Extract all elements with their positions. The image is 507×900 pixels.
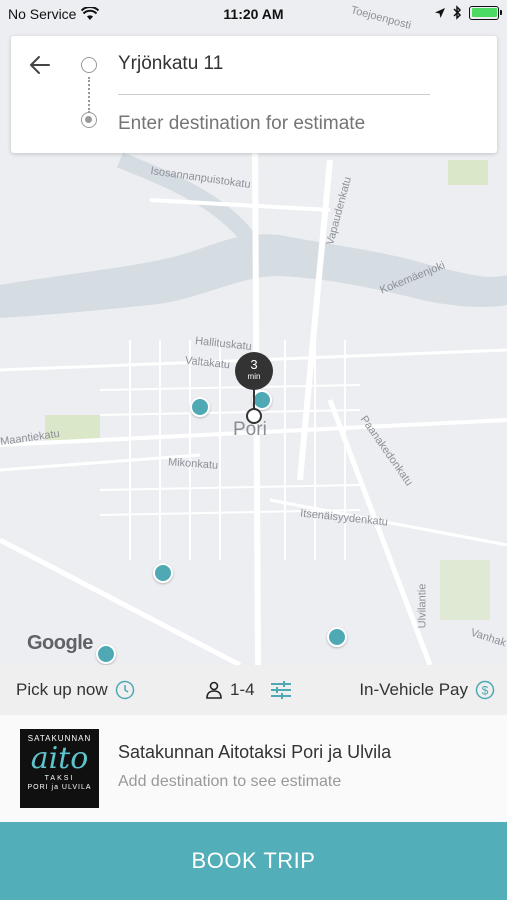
status-bar: No Service 11:20 AM	[0, 0, 507, 28]
battery-icon	[469, 5, 502, 20]
payment-option[interactable]: In-Vehicle Pay $	[359, 665, 495, 715]
route-connector	[88, 77, 90, 113]
eta-pin[interactable]: 3 min	[235, 352, 273, 390]
payment-label: In-Vehicle Pay	[359, 680, 468, 699]
pickup-pin-stem	[253, 388, 255, 410]
passengers-option[interactable]: 1-4	[205, 665, 292, 715]
pickup-time-option[interactable]: Pick up now	[16, 665, 135, 715]
taxi-company-row[interactable]: SATAKUNNAN aito TAKSI PORI ja ULVILA Sat…	[0, 715, 507, 822]
google-logo: Google	[27, 632, 93, 654]
taxi-marker[interactable]	[252, 390, 272, 410]
eta-value: 3	[250, 357, 258, 372]
taxi-marker[interactable]	[153, 563, 173, 583]
dollar-icon: $	[475, 680, 495, 700]
arrow-left-icon[interactable]	[27, 52, 53, 78]
person-icon	[206, 681, 222, 699]
svg-text:$: $	[482, 684, 489, 698]
book-trip-button[interactable]: BOOK TRIP	[0, 822, 507, 900]
pickup-location-icon	[246, 408, 262, 424]
company-logo: SATAKUNNAN aito TAKSI PORI ja ULVILA	[20, 729, 99, 808]
options-bar: Pick up now 1-4 In-Vehicle Pay $	[0, 665, 507, 715]
clock-icon	[115, 680, 134, 700]
origin-circle-icon	[81, 57, 97, 73]
eta-unit: min	[247, 372, 261, 381]
fare-estimate-text: Add destination to see estimate	[118, 773, 342, 790]
destination-circle-icon	[81, 112, 97, 128]
taxi-marker[interactable]	[96, 644, 116, 664]
street-label: Ulvilantie	[416, 583, 429, 629]
location-arrow-icon	[435, 7, 445, 18]
taxi-marker[interactable]	[327, 627, 347, 647]
destination-input[interactable]	[118, 113, 478, 135]
passengers-label: 1-4	[230, 680, 255, 699]
logo-sub-text: TAKSI	[44, 775, 75, 782]
bluetooth-icon	[453, 5, 462, 20]
company-name: Satakunnan Aitotaksi Pori ja Ulvila	[118, 742, 392, 762]
taxi-marker[interactable]	[190, 397, 210, 417]
sliders-icon[interactable]	[270, 680, 292, 700]
logo-main-text: aito	[30, 741, 89, 776]
pickup-label: Pick up now	[16, 680, 108, 699]
divider	[118, 94, 430, 95]
logo-bottom-text: PORI ja ULVILA	[27, 784, 92, 791]
address-card: Yrjönkatu 11	[11, 36, 497, 153]
clock-time: 11:20 AM	[223, 6, 284, 22]
origin-address[interactable]: Yrjönkatu 11	[118, 53, 223, 75]
